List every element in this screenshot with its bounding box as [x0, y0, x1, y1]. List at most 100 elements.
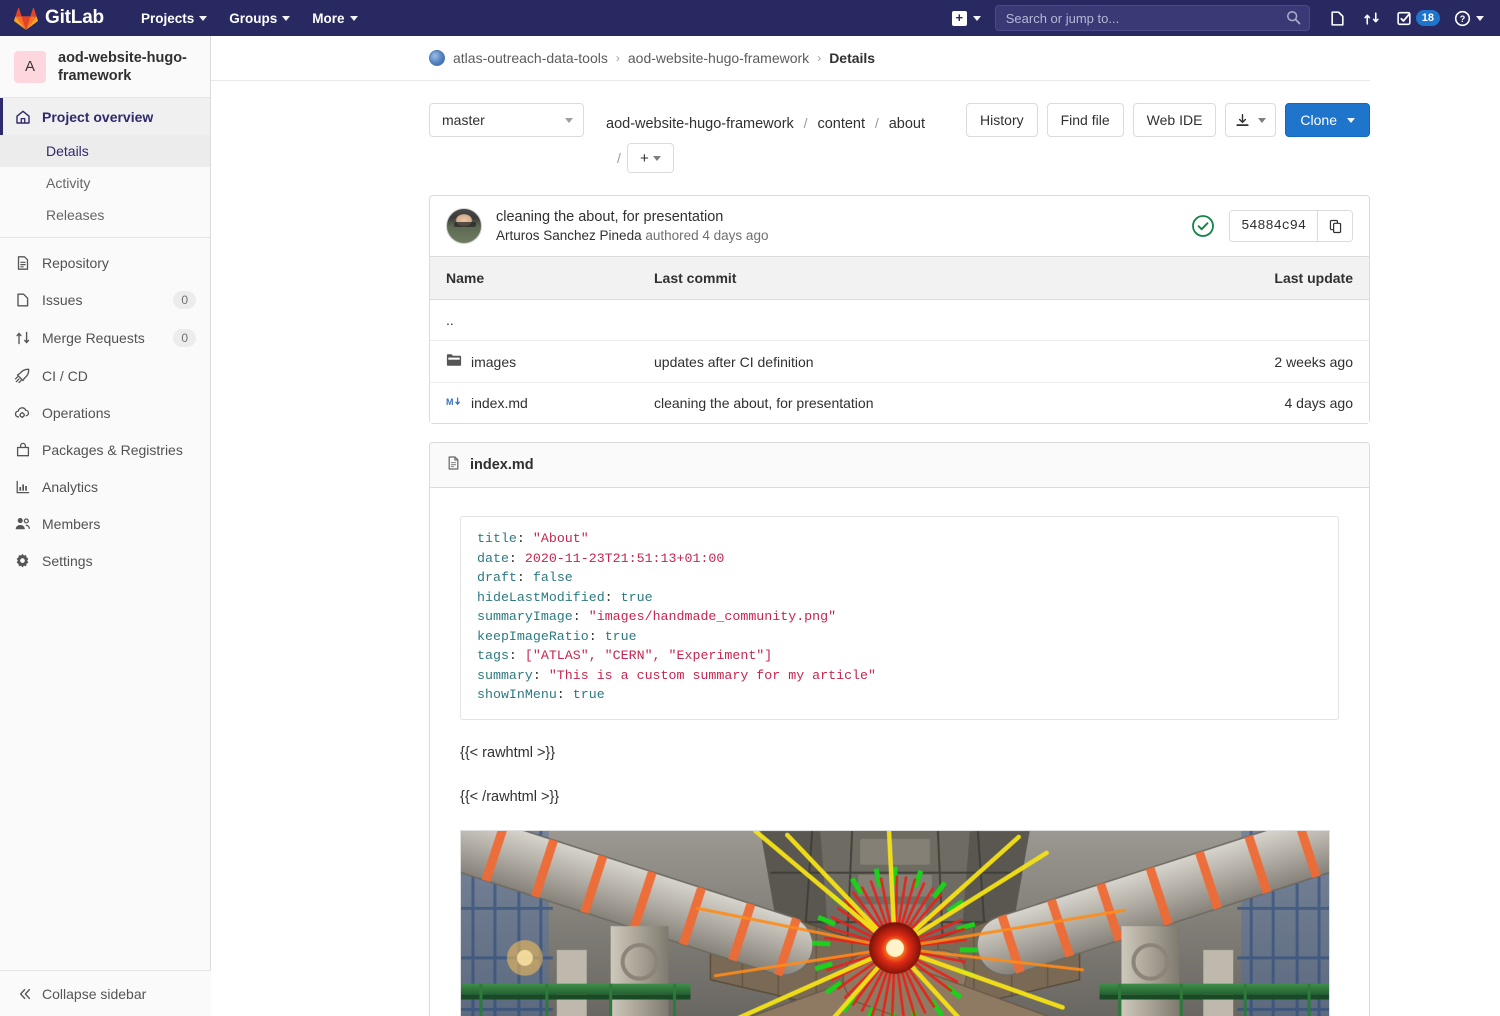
find-file-button[interactable]: Find file: [1046, 103, 1124, 137]
sidebar-item-merge-requests[interactable]: Merge Requests 0: [0, 319, 210, 357]
commit-message[interactable]: cleaning the about, for presentation: [496, 209, 768, 225]
search-icon[interactable]: [1286, 10, 1301, 25]
path-segment-content[interactable]: content: [817, 116, 865, 132]
package-icon: [14, 441, 31, 458]
frontmatter-code-block: title: "About" date: 2020-11-23T21:51:13…: [460, 516, 1339, 720]
pipeline-passed-icon[interactable]: [1191, 214, 1215, 238]
sidebar-item-packages-registries[interactable]: Packages & Registries: [0, 431, 210, 468]
sidebar-subitem-releases[interactable]: Releases: [0, 199, 210, 231]
sidebar-item-merge-requests-label: Merge Requests: [42, 330, 145, 346]
help-button[interactable]: ?: [1448, 6, 1490, 31]
issues-glyph: [1331, 10, 1344, 26]
last-update-cell: 2 weeks ago: [1274, 353, 1353, 370]
breadcrumb: atlas-outreach-data-tools › aod-website-…: [211, 36, 1370, 81]
top-navbar: GitLab Projects Groups More + Search or …: [0, 0, 1500, 36]
sidebar-item-members[interactable]: Members: [0, 505, 210, 542]
fm-key-draft: draft: [477, 570, 517, 585]
search-input[interactable]: [994, 5, 1310, 31]
add-to-tree-button[interactable]: +: [626, 143, 674, 173]
path-segment-about[interactable]: about: [889, 116, 925, 132]
sidebar-item-ci-cd[interactable]: CI / CD: [0, 357, 210, 394]
merge-requests-icon[interactable]: [1356, 4, 1388, 32]
web-ide-button[interactable]: Web IDE: [1132, 103, 1217, 137]
file-name-cell: ..: [446, 312, 654, 328]
branch-selector-value: master: [442, 112, 485, 128]
sidebar-item-operations-label: Operations: [42, 404, 111, 421]
breadcrumb-separator: ›: [817, 51, 822, 65]
table-row[interactable]: ..: [430, 300, 1369, 341]
nav-groups-label: Groups: [229, 10, 278, 26]
commit-sha[interactable]: 54884c94: [1230, 211, 1318, 241]
nav-groups[interactable]: Groups: [218, 4, 301, 33]
sidebar-item-issues[interactable]: Issues 0: [0, 281, 210, 319]
shortcode-open: {{< rawhtml >}}: [460, 744, 556, 761]
sidebar-subitem-activity[interactable]: Activity: [0, 167, 210, 199]
breadcrumb-project[interactable]: aod-website-hugo-framework: [628, 50, 809, 66]
branch-selector[interactable]: master: [429, 103, 584, 137]
folder-icon: [446, 353, 462, 370]
copy-icon[interactable]: [1318, 211, 1352, 241]
issues-icon[interactable]: [1322, 4, 1354, 32]
commit-link[interactable]: updates after CI definition: [654, 354, 814, 370]
merge-glyph: [1364, 11, 1379, 25]
sidebar-subitem-details[interactable]: Details: [0, 135, 210, 167]
commit-author[interactable]: Arturos Sanchez Pineda: [496, 228, 642, 243]
shortcode-close: {{< /rawhtml >}}: [460, 788, 560, 805]
chevron-down-icon: [1476, 15, 1484, 21]
sidebar-issues-count: 0: [173, 291, 196, 309]
file-link-index-md[interactable]: index.md: [471, 395, 528, 411]
nav-projects[interactable]: Projects: [130, 4, 218, 33]
history-button[interactable]: History: [966, 103, 1038, 137]
fm-key-tags: tags: [477, 648, 509, 663]
fm-key-keepimageratio: keepImageRatio: [477, 628, 589, 644]
readme-header: index.md: [430, 443, 1369, 488]
todos-button[interactable]: 18: [1390, 7, 1446, 30]
new-item-button[interactable]: +: [944, 5, 989, 32]
folder-link-images[interactable]: images: [471, 354, 516, 370]
column-header-name: Name: [446, 270, 485, 286]
chevron-down-icon: [1258, 117, 1267, 123]
sidebar-item-repository-label: Repository: [42, 254, 109, 271]
sidebar-divider: [0, 237, 210, 238]
fm-key-hidelastmodified: hideLastModified: [477, 589, 605, 605]
last-commit-cell: cleaning the about, for presentation: [654, 395, 1223, 411]
collapse-sidebar-button[interactable]: Collapse sidebar: [0, 970, 211, 1016]
sidebar-item-issues-label: Issues: [42, 292, 83, 308]
sidebar-item-operations[interactable]: Operations: [0, 394, 210, 431]
gitlab-wordmark: GitLab: [45, 7, 104, 28]
clone-button[interactable]: Clone: [1285, 103, 1370, 137]
path-trailing-separator: /: [617, 150, 621, 166]
readme-filename: index.md: [470, 457, 534, 473]
chevron-down-icon: [349, 15, 358, 21]
chevron-down-icon: [1347, 117, 1355, 123]
nav-more[interactable]: More: [301, 4, 368, 33]
users-icon: [14, 515, 31, 532]
project-name: aod-website-hugo-framework: [58, 49, 187, 84]
sidebar-item-project-overview[interactable]: Project overview: [0, 98, 210, 135]
commit-link[interactable]: cleaning the about, for presentation: [654, 395, 874, 411]
table-row[interactable]: M index.md cleaning the about, for prese…: [430, 383, 1369, 423]
last-update-cell: 4 days ago: [1284, 395, 1354, 411]
commit-right-group: 54884c94: [1191, 210, 1353, 242]
main-content: atlas-outreach-data-tools › aod-website-…: [211, 36, 1500, 1016]
table-row[interactable]: images updates after CI definition 2 wee…: [430, 341, 1369, 383]
sidebar-item-analytics[interactable]: Analytics: [0, 468, 210, 505]
plus-icon: +: [951, 10, 967, 26]
fm-key-summary: summary: [477, 667, 533, 683]
path-separator: /: [803, 115, 808, 131]
gitlab-logo[interactable]: GitLab: [14, 7, 104, 30]
copy-glyph: [1329, 219, 1341, 233]
parent-dir-link[interactable]: ..: [446, 312, 454, 328]
path-segment-repo[interactable]: aod-website-hugo-framework: [606, 116, 794, 132]
sidebar-project-header[interactable]: A aod-website-hugo-framework: [0, 36, 210, 98]
content-area: master aod-website-hugo-framework / cont…: [211, 81, 1500, 1016]
chevron-double-left-icon: [19, 988, 31, 999]
issues-icon: [14, 292, 31, 309]
sidebar-item-settings[interactable]: Settings: [0, 542, 210, 579]
breadcrumb-group[interactable]: atlas-outreach-data-tools: [453, 50, 608, 66]
nav-more-label: More: [312, 10, 345, 26]
download-button[interactable]: [1225, 103, 1277, 137]
fm-value-showinmenu: true: [572, 687, 605, 702]
fm-value-date: 2020-11-23T21:51:13+01:00: [524, 550, 725, 566]
sidebar-item-repository[interactable]: Repository: [0, 244, 210, 281]
